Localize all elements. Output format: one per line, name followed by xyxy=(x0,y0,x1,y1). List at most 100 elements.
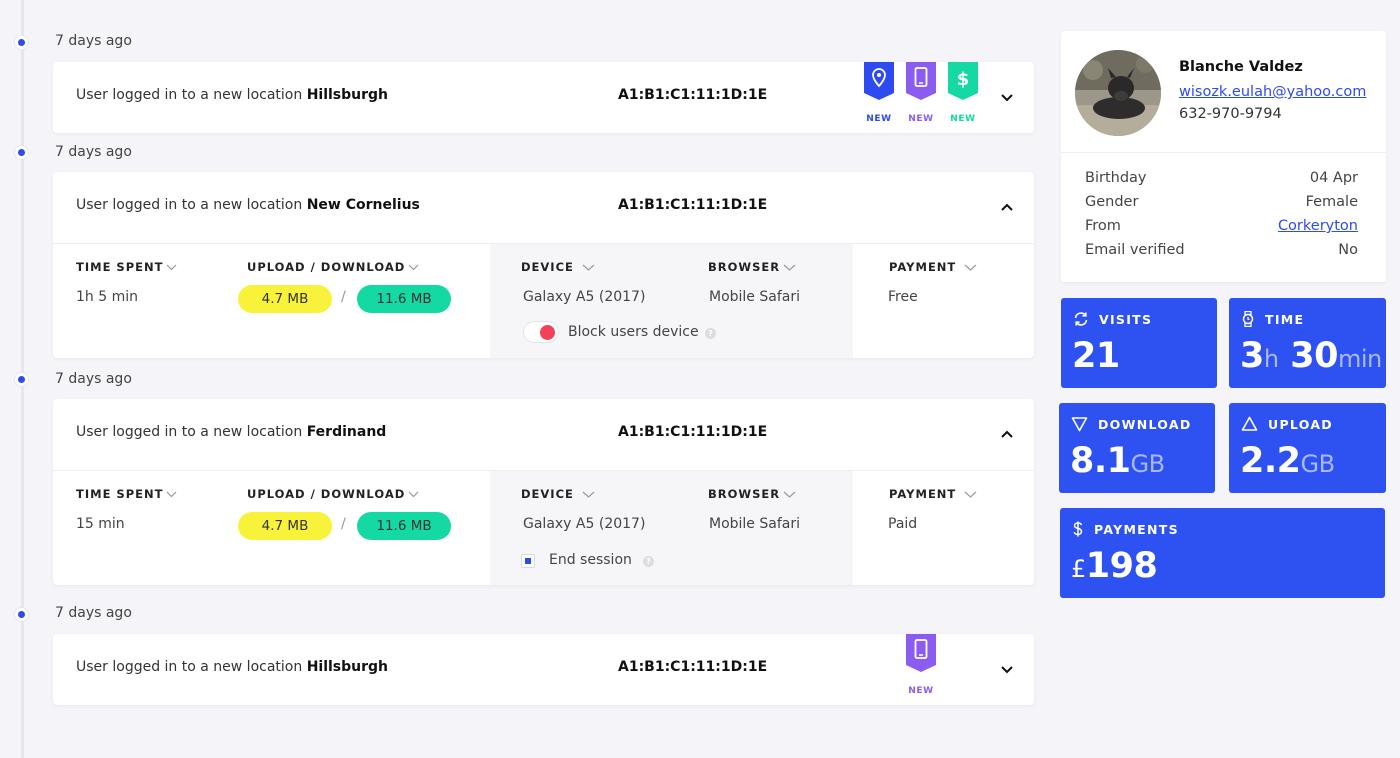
sort-chevron-icon xyxy=(783,491,796,498)
payments-header: PAYMENTS xyxy=(1072,521,1179,537)
sort-chevron-icon xyxy=(783,264,796,271)
location-name: Ferdinand xyxy=(306,424,387,440)
browser-header[interactable]: BROWSER xyxy=(708,487,796,501)
new-payment-badge: $ NEW xyxy=(947,62,979,124)
block-device-label: Block users device xyxy=(568,324,699,340)
browser-header[interactable]: BROWSER xyxy=(708,260,796,274)
payment-header[interactable]: PAYMENT xyxy=(889,260,977,274)
time-value: 3h 30min xyxy=(1240,336,1382,376)
payments-value: £198 xyxy=(1071,546,1158,586)
new-location-badge: NEW xyxy=(863,62,895,124)
card-header[interactable]: User logged in to a new location New Cor… xyxy=(53,172,1034,243)
time-spent-value: 1h 5 min xyxy=(76,289,138,305)
device-header[interactable]: DEVICE xyxy=(521,487,595,501)
dollar-icon xyxy=(1073,521,1083,537)
mac-address: A1:B1:C1:11:1D:1E xyxy=(618,424,768,440)
badge-label: NEW xyxy=(908,686,934,696)
mac-address: A1:B1:C1:11:1D:1E xyxy=(618,659,768,675)
profile-name: Blanche Valdez xyxy=(1179,59,1303,75)
activity-card: User logged in to a new location Hillsbu… xyxy=(53,634,1034,705)
upload-pill: 4.7 MB xyxy=(238,512,332,540)
visits-value: 21 xyxy=(1072,336,1120,376)
dollar-icon: $ xyxy=(948,62,978,100)
device-header[interactable]: DEVICE xyxy=(521,260,595,274)
sort-chevron-icon xyxy=(964,491,977,498)
chevron-down-icon[interactable] xyxy=(999,663,1015,675)
row-value: No xyxy=(1338,242,1358,258)
time-ago: 7 days ago xyxy=(55,33,132,49)
upload-value: 2.2GB xyxy=(1240,441,1335,481)
upload-download-header[interactable]: UPLOAD / DOWNLOAD xyxy=(247,487,419,501)
block-device-toggle[interactable] xyxy=(523,321,559,343)
payment-value: Paid xyxy=(888,516,918,532)
download-pill: 11.6 MB xyxy=(357,512,451,540)
badge-label: NEW xyxy=(866,114,892,124)
activity-card: User logged in to a new location Hillsbu… xyxy=(53,62,1034,133)
activity-message: User logged in to a new location New Cor… xyxy=(76,197,420,213)
gender-row: Gender Female xyxy=(1085,194,1358,210)
card-details: TIME SPENT 1h 5 min UPLOAD / DOWNLOAD 4.… xyxy=(53,243,1034,358)
payment-header[interactable]: PAYMENT xyxy=(889,487,977,501)
payments-tile: PAYMENTS £198 xyxy=(1060,508,1385,598)
time-ago: 7 days ago xyxy=(55,144,132,160)
svg-text:$: $ xyxy=(957,69,970,90)
from-row: From Corkeryton xyxy=(1085,218,1358,234)
profile-phone: 632-970-9794 xyxy=(1179,106,1282,122)
time-header: TIME xyxy=(1241,310,1304,328)
dog-photo xyxy=(1075,50,1161,136)
time-spent-header[interactable]: TIME SPENT xyxy=(76,260,177,274)
row-label: Email verified xyxy=(1085,242,1185,258)
location-name: Hillsburgh xyxy=(306,659,389,675)
card-header[interactable]: User logged in to a new location Hillsbu… xyxy=(53,62,1034,133)
divider xyxy=(1061,152,1386,153)
chevron-up-icon[interactable] xyxy=(999,201,1015,213)
timeline-dot xyxy=(15,608,28,621)
row-label: From xyxy=(1085,218,1121,234)
chevron-down-icon[interactable] xyxy=(999,91,1015,103)
download-value: 8.1GB xyxy=(1070,441,1165,481)
sort-chevron-icon xyxy=(167,264,177,271)
card-details: TIME SPENT 15 min UPLOAD / DOWNLOAD 4.7 … xyxy=(53,470,1034,585)
phone-icon xyxy=(906,62,936,100)
badge-label: NEW xyxy=(908,114,934,124)
upload-pill: 4.7 MB xyxy=(238,285,332,313)
location-name: Hillsburgh xyxy=(306,87,389,103)
row-label: Gender xyxy=(1085,194,1139,210)
card-header[interactable]: User logged in to a new location Ferdina… xyxy=(53,399,1034,470)
sort-chevron-icon xyxy=(408,264,419,271)
timeline-dot xyxy=(15,36,28,49)
help-icon[interactable]: ? xyxy=(643,556,654,567)
card-header[interactable]: User logged in to a new location Hillsbu… xyxy=(53,634,1034,705)
badge-label: NEW xyxy=(950,114,976,124)
payment-value: Free xyxy=(888,289,918,305)
sort-chevron-icon xyxy=(408,491,419,498)
device-value: Galaxy A5 (2017) xyxy=(523,289,646,305)
row-label: Birthday xyxy=(1085,170,1147,186)
visits-header: VISITS xyxy=(1073,311,1152,327)
separator: / xyxy=(341,516,346,532)
from-link[interactable]: Corkeryton xyxy=(1278,218,1358,234)
triangle-up-icon xyxy=(1241,416,1258,431)
timeline-dot xyxy=(15,373,28,386)
birthday-row: Birthday 04 Apr xyxy=(1085,170,1358,186)
sort-chevron-icon xyxy=(582,491,595,498)
end-session-checkbox[interactable] xyxy=(521,554,535,568)
chevron-up-icon[interactable] xyxy=(999,428,1015,440)
activity-card-expanded: User logged in to a new location Ferdina… xyxy=(53,399,1034,585)
upload-download-header[interactable]: UPLOAD / DOWNLOAD xyxy=(247,260,419,274)
toggle-knob xyxy=(540,325,555,340)
sort-chevron-icon xyxy=(167,491,177,498)
time-spent-value: 15 min xyxy=(76,516,125,532)
upload-header: UPLOAD xyxy=(1241,416,1333,432)
time-spent-header[interactable]: TIME SPENT xyxy=(76,487,177,501)
email-verified-row: Email verified No xyxy=(1085,242,1358,258)
refresh-icon xyxy=(1074,312,1088,326)
help-icon[interactable]: ? xyxy=(705,328,716,339)
time-ago: 7 days ago xyxy=(55,605,132,621)
triangle-down-icon xyxy=(1071,417,1088,432)
activity-message: User logged in to a new location Ferdina… xyxy=(76,424,387,440)
profile-email-link[interactable]: wisozk.eulah@yahoo.com xyxy=(1179,84,1366,100)
mac-address: A1:B1:C1:11:1D:1E xyxy=(618,87,768,103)
time-ago: 7 days ago xyxy=(55,371,132,387)
avatar xyxy=(1075,50,1161,136)
